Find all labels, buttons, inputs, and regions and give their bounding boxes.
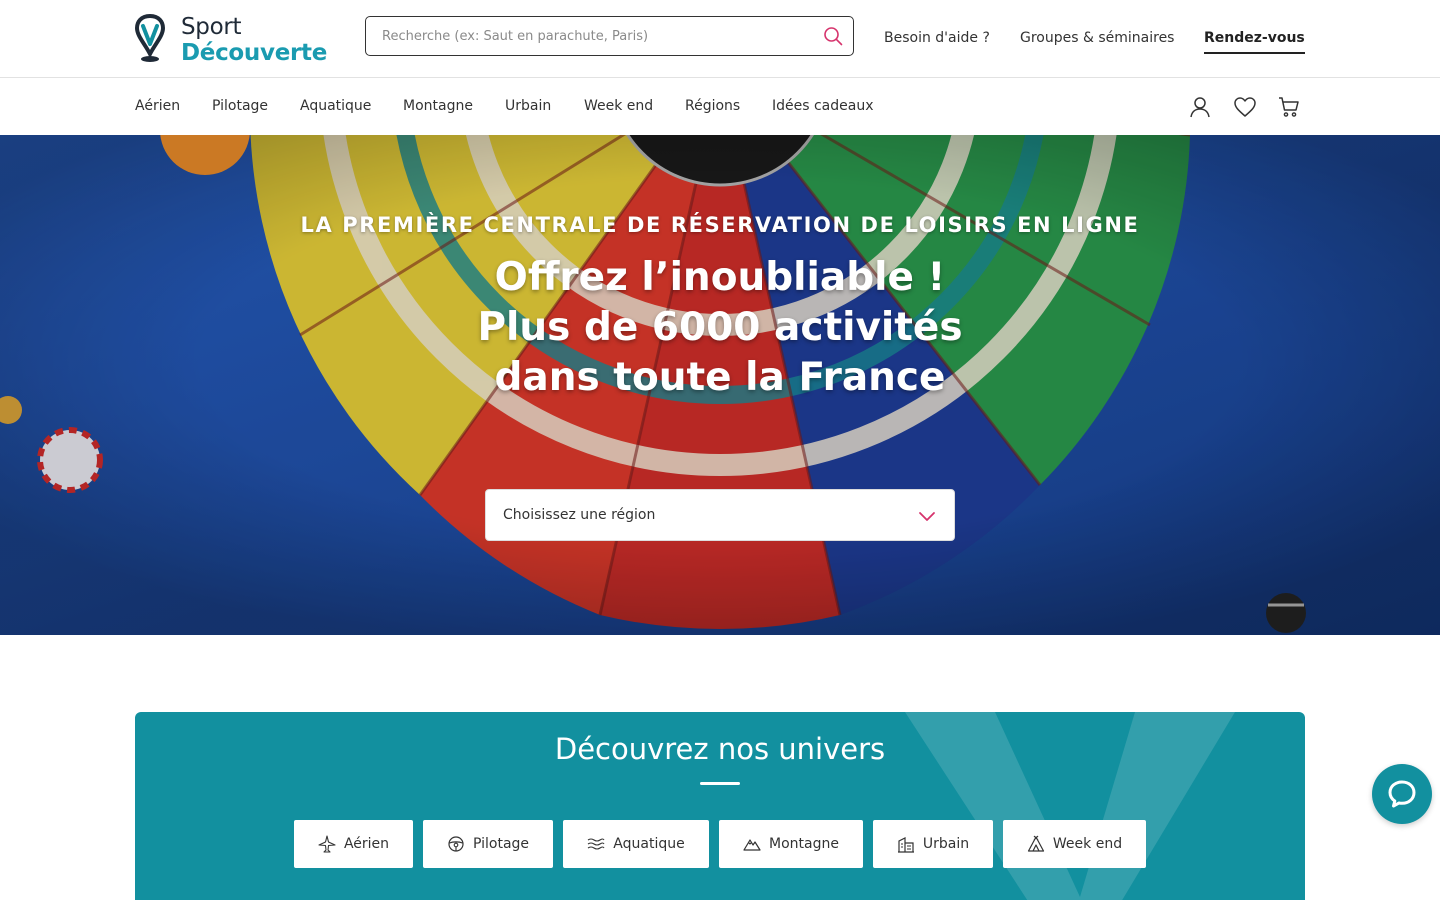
region-select-label: Choisissez une région (503, 507, 656, 523)
nav-item-aerien[interactable]: Aérien (135, 98, 180, 114)
search-input[interactable] (366, 17, 806, 55)
universe-button-aquatique[interactable]: Aquatique (563, 820, 709, 868)
hero-banner: LA PREMIÈRE CENTRALE DE RÉSERVATION DE L… (0, 135, 1440, 635)
universe-button-aerien[interactable]: Aérien (294, 820, 413, 868)
universe-button-label: Week end (1052, 836, 1123, 852)
search-box (365, 16, 854, 56)
nav-item-urbain[interactable]: Urbain (505, 98, 551, 114)
universe-button-label: Pilotage (472, 836, 530, 852)
hero-kicker: LA PREMIÈRE CENTRALE DE RÉSERVATION DE L… (300, 213, 1140, 237)
hero-title: Offrez l’inoubliable ! Plus de 6000 acti… (477, 255, 963, 400)
search-icon[interactable] (823, 26, 843, 46)
building-icon (897, 837, 914, 853)
universe-button-label: Montagne (769, 836, 839, 852)
universe-button-urbain[interactable]: Urbain (873, 820, 993, 868)
chat-icon (1388, 780, 1416, 808)
plane-icon (318, 835, 336, 853)
universe-button-label: Aquatique (613, 836, 685, 852)
site-header: Sport Découverte Besoin d'aide ? Groupes… (0, 0, 1440, 78)
nav-item-idees-cadeaux[interactable]: Idées cadeaux (772, 98, 874, 114)
logo-text-sport: Sport (181, 14, 242, 40)
nav-item-pilotage[interactable]: Pilotage (212, 98, 268, 114)
site-logo[interactable]: Sport Découverte (135, 14, 327, 66)
groups-seminars-link[interactable]: Groupes & séminaires (1020, 30, 1174, 46)
title-divider (700, 782, 740, 785)
nav-item-montagne[interactable]: Montagne (403, 98, 473, 114)
main-nav: Aérien Pilotage Aquatique Montagne Urbai… (0, 78, 1440, 135)
cart-icon[interactable] (1277, 95, 1301, 119)
mountain-icon (743, 839, 761, 851)
logo-text-decouverte: Découverte (181, 40, 328, 66)
location-pin-logo-icon (135, 14, 165, 62)
nav-item-week-end[interactable]: Week end (584, 98, 653, 114)
user-icon[interactable] (1188, 95, 1212, 119)
universe-button-montagne[interactable]: Montagne (719, 820, 863, 868)
help-link[interactable]: Besoin d'aide ? (884, 30, 990, 46)
region-select[interactable]: Choisissez une région (485, 489, 955, 541)
steering-wheel-icon (448, 836, 464, 852)
universe-section: Découvrez nos univers Aérien Pilotage Aq… (135, 712, 1305, 900)
nav-item-regions[interactable]: Régions (685, 98, 740, 114)
universe-title: Découvrez nos univers (554, 732, 886, 766)
chat-button[interactable] (1372, 764, 1432, 824)
heart-icon[interactable] (1233, 95, 1257, 119)
universe-button-week-end[interactable]: Week end (1003, 820, 1146, 868)
chevron-down-icon (919, 512, 935, 521)
universe-button-pilotage[interactable]: Pilotage (423, 820, 553, 868)
appointment-link[interactable]: Rendez-vous (1204, 30, 1305, 54)
universe-button-label: Aérien (343, 836, 390, 852)
nav-item-aquatique[interactable]: Aquatique (300, 98, 371, 114)
tent-icon (1027, 835, 1045, 852)
waves-icon (587, 838, 605, 850)
universe-button-label: Urbain (922, 836, 970, 852)
